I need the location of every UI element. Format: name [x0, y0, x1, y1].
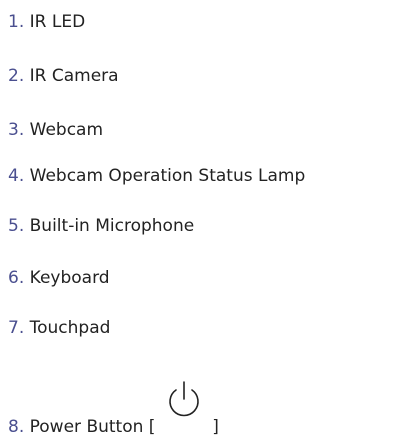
item-number: 6. [8, 268, 25, 288]
power-icon [161, 381, 207, 432]
list-item-webcam-status-lamp: 4. Webcam Operation Status Lamp [8, 166, 305, 186]
item-label: Webcam [29, 120, 104, 140]
item-label: Touchpad [29, 318, 111, 338]
list-item-touchpad: 7. Touchpad [8, 318, 110, 338]
item-number: 2. [8, 66, 25, 86]
item-number: 3. [8, 120, 25, 140]
item-label: Keyboard [29, 268, 110, 288]
item-label: Built-in Microphone [29, 216, 195, 236]
item-number: 4. [8, 166, 25, 186]
item-number: 8. [8, 417, 25, 437]
item-label-suffix: ] [212, 417, 219, 437]
list-item-webcam: 3. Webcam [8, 120, 103, 140]
item-label: Power Button [ [29, 417, 156, 437]
list-item-power-button: 8. Power Button [ ] [8, 381, 219, 437]
item-label: IR Camera [29, 66, 119, 86]
list-item-keyboard: 6. Keyboard [8, 268, 110, 288]
item-label: IR LED [29, 12, 86, 32]
item-number: 7. [8, 318, 25, 338]
list-item-ir-camera: 2. IR Camera [8, 66, 119, 86]
list-item-microphone: 5. Built-in Microphone [8, 216, 194, 236]
list-item-ir-led: 1. IR LED [8, 12, 85, 32]
item-number: 1. [8, 12, 25, 32]
item-label: Webcam Operation Status Lamp [29, 166, 306, 186]
item-number: 5. [8, 216, 25, 236]
